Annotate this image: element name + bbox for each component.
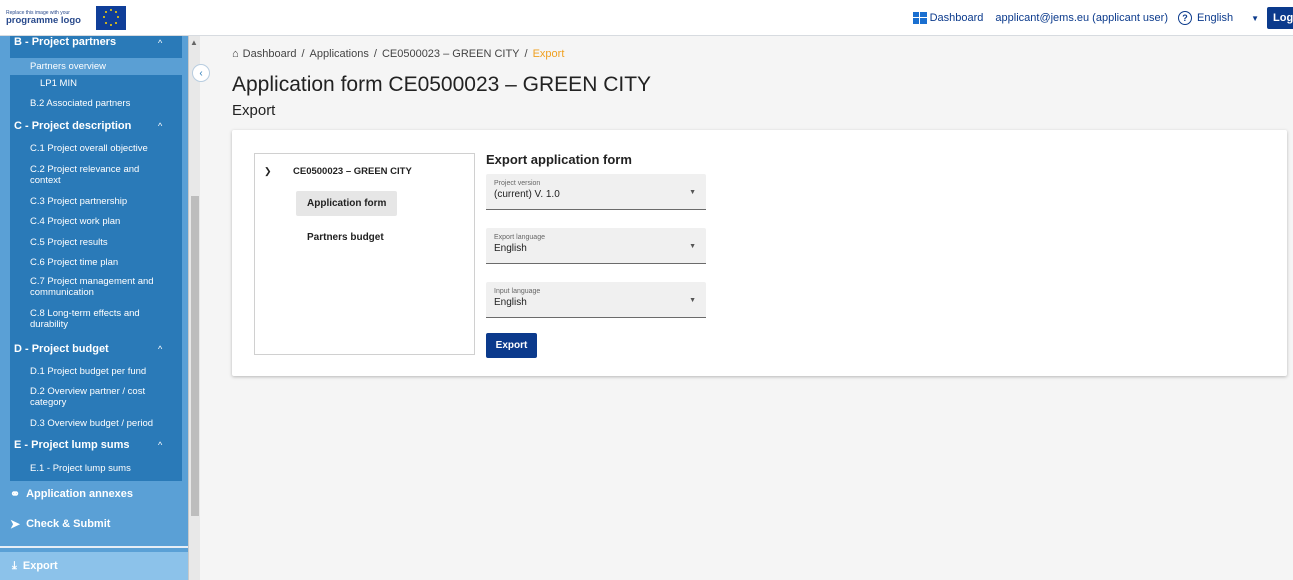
- field-label: Project version: [494, 180, 541, 187]
- sidebar-item-application-annexes[interactable]: ⚭ Application annexes: [0, 482, 188, 506]
- sidebar-item-e1[interactable]: E.1 - Project lump sums: [10, 463, 182, 474]
- programme-logo[interactable]: Replace this image with your programme l…: [4, 3, 130, 33]
- sidebar-item-c6[interactable]: C.6 Project time plan: [10, 257, 182, 268]
- sidebar-item-d2-cont[interactable]: category: [10, 397, 182, 408]
- eu-flag-icon: [96, 6, 126, 30]
- sidebar-item-check-submit[interactable]: ➤ Check & Submit: [0, 512, 188, 536]
- dropdown-arrow-icon: ▼: [689, 297, 696, 304]
- breadcrumb-application[interactable]: CE0500023 – GREEN CITY: [382, 48, 520, 60]
- tree-node-application-form[interactable]: Application form: [296, 191, 398, 216]
- sidebar-item-d3[interactable]: D.3 Overview budget / period: [10, 418, 182, 429]
- project-version-select[interactable]: Project version (current) V. 1.0 ▼: [486, 174, 706, 210]
- user-account-link[interactable]: applicant@jems.eu (applicant user): [995, 12, 1168, 24]
- download-icon: ⤓: [12, 559, 17, 572]
- sidebar-item-c8[interactable]: C.8 Long-term effects and: [10, 308, 182, 319]
- dropdown-arrow-icon: ▼: [689, 243, 696, 250]
- dashboard-icon: [912, 12, 927, 24]
- section-label: B - Project partners: [14, 36, 117, 48]
- field-value: English: [494, 243, 527, 254]
- dropdown-arrow-icon: ▼: [689, 189, 696, 196]
- sidebar-section-b[interactable]: B - Project partners ^: [10, 36, 182, 48]
- sidebar-item-label: Application annexes: [26, 488, 134, 500]
- sidebar: B - Project partners ^ Partners overview…: [0, 36, 200, 580]
- dashboard-label: Dashboard: [929, 12, 984, 24]
- field-label: Input language: [494, 288, 541, 295]
- sidebar-scrollbar[interactable]: ▲: [188, 36, 200, 580]
- sidebar-item-d2[interactable]: D.2 Overview partner / cost: [10, 386, 182, 397]
- section-label: D - Project budget: [14, 342, 109, 355]
- field-value: (current) V. 1.0: [494, 189, 560, 200]
- scroll-up-icon[interactable]: ▲: [190, 38, 198, 47]
- sidebar-divider: [0, 546, 188, 548]
- section-label: C - Project description: [14, 119, 132, 132]
- logout-button[interactable]: Logout: [1267, 7, 1293, 29]
- input-language-select[interactable]: Input language English ▼: [486, 282, 706, 318]
- dashboard-link[interactable]: Dashboard: [912, 12, 984, 24]
- section-label: E - Project lump sums: [14, 438, 130, 451]
- breadcrumb-current: Export: [532, 48, 565, 60]
- sidebar-item-label: Export: [22, 560, 58, 572]
- export-tree-panel: ❯ CE0500023 – GREEN CITY Application for…: [254, 153, 475, 355]
- language-selector[interactable]: English: [1197, 12, 1233, 24]
- chevron-up-icon[interactable]: ^: [158, 38, 162, 48]
- logo-title: programme logo: [6, 14, 81, 26]
- sidebar-item-c1[interactable]: C.1 Project overall objective: [10, 143, 182, 154]
- form-title: Export application form: [486, 152, 632, 167]
- sidebar-item-d1[interactable]: D.1 Project budget per fund: [10, 366, 182, 377]
- export-language-select[interactable]: Export language English ▼: [486, 228, 706, 264]
- breadcrumb-separator: /: [373, 48, 377, 60]
- sidebar-item-c2-cont[interactable]: context: [10, 175, 182, 186]
- tree-root-label[interactable]: CE0500023 – GREEN CITY: [293, 166, 412, 177]
- export-button[interactable]: Export: [486, 333, 537, 358]
- chevron-down-icon[interactable]: ❯: [264, 166, 272, 177]
- sidebar-item-c4[interactable]: C.4 Project work plan: [10, 216, 182, 227]
- sidebar-item-partners-overview[interactable]: Partners overview: [10, 58, 182, 75]
- field-value: English: [494, 297, 527, 308]
- send-icon: ➤: [10, 517, 21, 531]
- scrollbar-thumb[interactable]: [191, 196, 199, 516]
- chevron-up-icon[interactable]: ^: [158, 440, 162, 450]
- chevron-up-icon[interactable]: ^: [158, 121, 162, 131]
- link-icon: ⚭: [10, 487, 21, 501]
- breadcrumb-separator: /: [301, 48, 305, 60]
- chevron-left-icon: ‹: [199, 67, 203, 79]
- top-bar: Replace this image with your programme l…: [0, 0, 1293, 36]
- breadcrumb-applications[interactable]: Applications: [310, 48, 369, 60]
- sidebar-item-lp1[interactable]: LP1 MIN: [10, 78, 182, 89]
- export-form: Export application form Project version …: [486, 152, 706, 358]
- page-title: Application form CE0500023 – GREEN CITY: [232, 73, 652, 96]
- export-card: ❯ CE0500023 – GREEN CITY Application for…: [232, 130, 1287, 376]
- sidebar-section-d[interactable]: D - Project budget ^: [10, 340, 182, 357]
- chevron-up-icon[interactable]: ^: [158, 344, 162, 354]
- sidebar-section-c[interactable]: C - Project description ^: [10, 117, 182, 134]
- sidebar-item-export[interactable]: ⤓ Export: [0, 552, 188, 580]
- tree-node-partners-budget[interactable]: Partners budget: [307, 232, 384, 243]
- page-subtitle: Export: [232, 102, 276, 119]
- sidebar-item-c7[interactable]: C.7 Project management and: [10, 276, 182, 287]
- sidebar-item-label: Check & Submit: [26, 518, 111, 530]
- sidebar-item-b2[interactable]: B.2 Associated partners: [10, 98, 182, 109]
- sidebar-item-c7-cont[interactable]: communication: [10, 287, 182, 298]
- collapse-sidebar-button[interactable]: ‹: [192, 64, 210, 82]
- breadcrumb-separator: /: [524, 48, 528, 60]
- sidebar-item-c8-cont[interactable]: durability: [10, 319, 182, 330]
- home-icon[interactable]: ⌂: [232, 48, 239, 60]
- field-label: Export language: [494, 234, 545, 241]
- help-icon[interactable]: ?: [1178, 11, 1192, 25]
- sidebar-nav-panel: B - Project partners ^ Partners overview…: [10, 36, 182, 481]
- sidebar-item-c5[interactable]: C.5 Project results: [10, 237, 182, 248]
- caret-down-icon[interactable]: ▼: [1251, 14, 1259, 23]
- breadcrumb-dashboard[interactable]: Dashboard: [243, 48, 297, 60]
- breadcrumb: ⌂ Dashboard / Applications / CE0500023 –…: [232, 48, 564, 60]
- sidebar-item-c3[interactable]: C.3 Project partnership: [10, 196, 182, 207]
- sidebar-item-c2[interactable]: C.2 Project relevance and: [10, 164, 182, 175]
- sidebar-section-e[interactable]: E - Project lump sums ^: [10, 436, 182, 453]
